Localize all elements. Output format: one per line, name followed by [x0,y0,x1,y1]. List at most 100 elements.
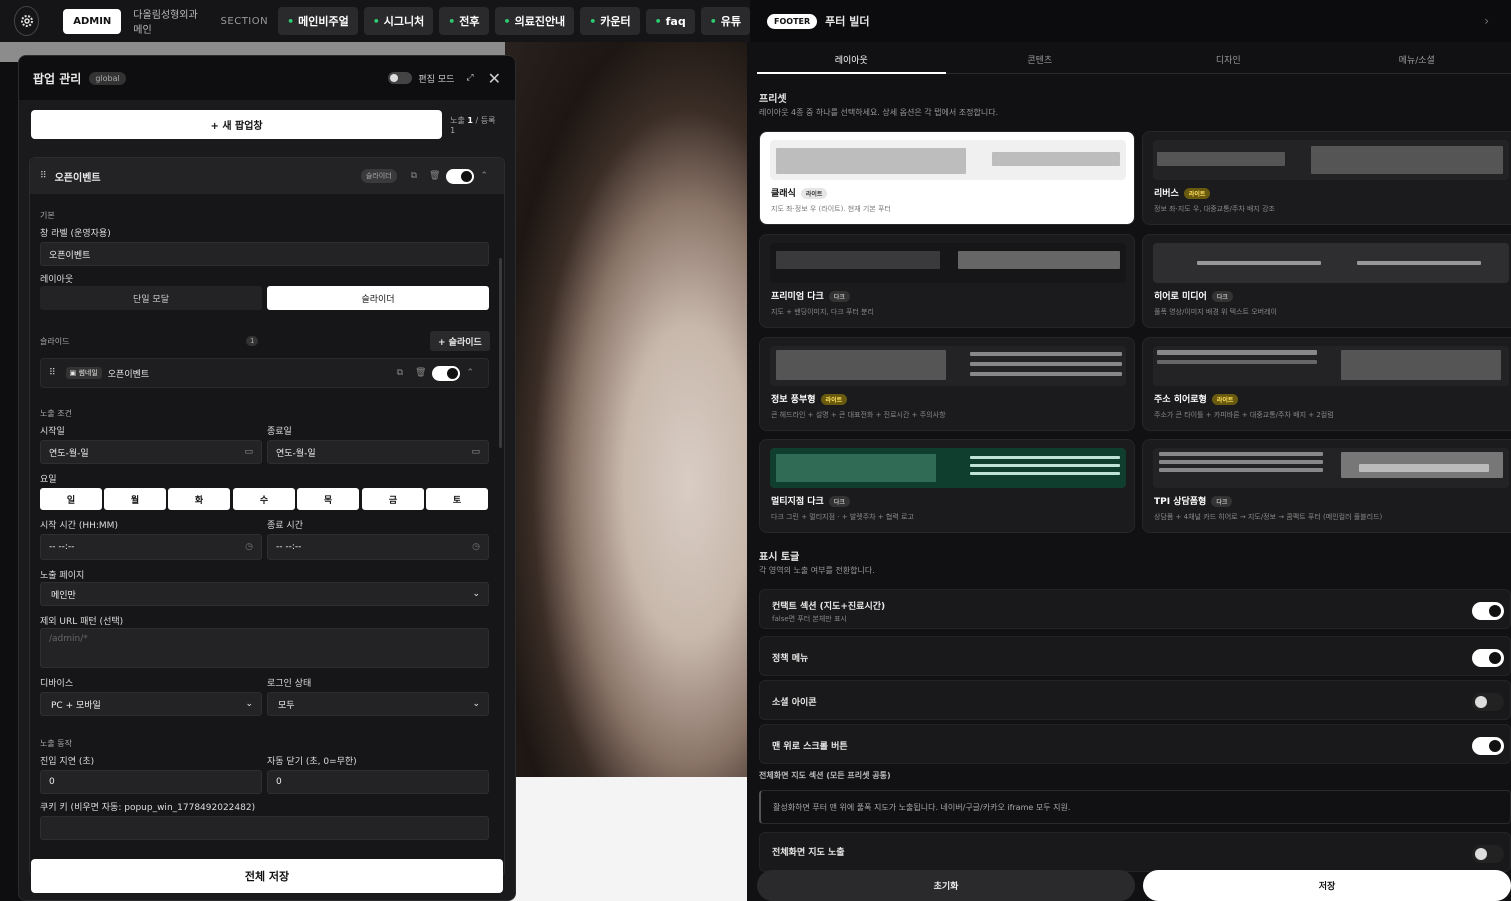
social-icons-toggle[interactable] [1472,693,1504,711]
weekday-mon[interactable]: 월 [104,488,166,510]
section-chip[interactable]: • 의료진안내 [494,7,575,35]
add-slide-button[interactable]: + 슬라이드 [430,331,490,351]
end-date-input[interactable]: 연도-월-일 ▭ [267,440,489,464]
weekday-fri[interactable]: 금 [362,488,424,510]
end-time-input[interactable]: -- --:-- ◷ [267,534,489,560]
section-chip[interactable]: • 시그니처 [363,7,434,35]
type-badge: 슬라이더 [360,169,397,183]
preset-thumbnail [770,243,1126,283]
device-select[interactable]: PC + 모바일 ⌄ [40,692,262,716]
weekday-label: 요일 [40,475,57,485]
preset-name: 클래식 라이트 [771,186,828,199]
close-icon[interactable]: ✕ [488,69,501,88]
preset-thumbnail [770,448,1126,488]
settings-button[interactable] [14,6,40,36]
end-date-label: 종료일 [267,427,292,437]
admin-button[interactable]: ADMIN [63,8,122,34]
section-chip[interactable]: • 카운터 [580,7,640,35]
scroll-top-toggle[interactable] [1472,737,1504,755]
conditions-label: 노출 조건 [40,409,72,418]
window-label-input[interactable]: 오픈이벤트 [40,242,489,266]
contact-section-toggle[interactable] [1472,602,1504,620]
toggle-policy-menu: 정책 메뉴 [759,636,1511,676]
preset-desc: 상담폼 + 4채널 카드 히어로 → 지도/정보 → 콤팩트 푸터 (메인컬러 … [1154,513,1383,521]
trash-icon[interactable]: 🗑 [415,368,426,378]
layout-slider-option[interactable]: 슬라이더 [267,286,489,310]
preset-desc: 다크 그린 + 멀티지점 · + 발렛주차 + 협력 로고 [771,513,914,521]
scrollbar[interactable] [499,258,502,448]
start-time-input[interactable]: -- --:-- ◷ [40,534,262,560]
toggle-section-title: 표시 토글 [759,552,800,563]
weekday-sun[interactable]: 일 [40,488,102,510]
new-popup-button[interactable]: + 새 팝업창 [31,110,443,139]
tab-layout[interactable]: 레이아웃 [757,46,946,74]
toggle-label: 전체화면 지도 노출 [772,848,845,858]
preset-reverse[interactable]: 리버스 라이트 정보 좌·지도 우, 대중교통/주차 배지 강조 [1142,131,1511,225]
policy-menu-toggle[interactable] [1472,649,1504,667]
toggle-label: 정책 메뉴 [772,654,809,664]
chevron-up-icon[interactable]: ⌃ [466,368,474,378]
page-select[interactable]: 메인만 ⌄ [40,582,489,606]
weekday-sat[interactable]: 토 [426,488,488,510]
tab-menu-social[interactable]: 메뉴/소셜 [1322,46,1511,74]
weekday-tue[interactable]: 화 [168,488,230,510]
section-chip[interactable]: • 메인비주얼 [278,7,358,35]
weekday-thu[interactable]: 목 [297,488,359,510]
preset-address-hero[interactable]: 주소 히어로형 라이트 주소가 큰 타이틀 + 카피바른 + 대중교통/주차 배지… [1142,337,1511,431]
popup-count: 노출 1 / 등록 1 [450,115,496,135]
clock-icon[interactable]: ◷ [472,542,480,552]
preset-premium-dark[interactable]: 프리미엄 다크 다크 지도 + 밴딩이미지, 다크 푸터 분리 [759,234,1135,328]
preset-name: 주소 히어로형 라이트 [1154,392,1239,405]
section-chip[interactable]: • faq [645,8,695,34]
duplicate-icon[interactable]: ⧉ [411,171,417,181]
save-button[interactable]: 저장 [1143,870,1511,901]
weekday-wed[interactable]: 수 [233,488,295,510]
slide-row[interactable]: ⠿ ▣ 썸네일 오픈이벤트 ⧉ 🗑 ⌃ [40,358,489,388]
duplicate-icon[interactable]: ⧉ [397,368,403,378]
tab-content[interactable]: 콘텐츠 [945,46,1134,74]
start-date-input[interactable]: 연도-월-일 ▭ [40,440,262,464]
slide-type-badge: ▣ 썸네일 [65,367,102,379]
popup-card-header[interactable]: ⠿ 오픈이벤트 슬라이더 ⧉ 🗑 ⌃ [30,158,504,194]
autoclose-input[interactable]: 0 [267,770,489,794]
slide-enabled-toggle[interactable] [432,365,461,381]
slide-name: 오픈이벤트 [107,369,150,380]
trash-icon[interactable]: 🗑 [429,171,440,181]
preset-tpi-consult[interactable]: TPI 상담폼형 다크 상담폼 + 4채널 카드 히어로 → 지도/정보 → 콤팩… [1142,439,1511,533]
clock-icon[interactable]: ◷ [245,542,253,552]
preset-name: 프리미엄 다크 다크 [771,289,850,302]
chevron-right-icon[interactable]: › [1484,14,1489,28]
exclude-url-textarea[interactable]: /admin/* [40,628,489,668]
chevron-up-icon[interactable]: ⌃ [480,171,488,181]
login-select[interactable]: 모두 ⌄ [267,692,489,716]
cookie-key-label: 쿠키 키 (비우면 자동: popup_win_1778492022482) [40,803,256,813]
delay-input[interactable]: 0 [40,770,262,794]
calendar-icon[interactable]: ▭ [471,447,480,457]
exclude-url-label: 제외 URL 패턴 (선택) [40,617,124,627]
calendar-icon[interactable]: ▭ [244,447,253,457]
preset-description: 레이아웃 4종 중 하나를 선택하세요. 상세 옵션은 각 탭에서 조정합니다. [759,108,999,117]
section-chip[interactable]: • 전후 [439,7,489,35]
autoclose-label: 자동 닫기 (초, 0=무한) [267,757,357,767]
preset-hero-media[interactable]: 히어로 미디어 다크 풀폭 영상/이미지 배경 위 텍스트 오버레이 [1142,234,1511,328]
toggle-label: 소셜 아이콘 [772,698,817,708]
preset-desc: 풀폭 영상/이미지 배경 위 텍스트 오버레이 [1154,308,1277,316]
cookie-key-input[interactable] [40,816,489,840]
drag-handle-icon[interactable]: ⠿ [49,368,56,378]
layout-single-option[interactable]: 단일 모달 [40,286,262,310]
preset-multi-branch-dark[interactable]: 멀티지점 다크 다크 다크 그린 + 멀티지점 · + 발렛주차 + 협력 로고 [759,439,1135,533]
popup-card: ⠿ 오픈이벤트 슬라이더 ⧉ 🗑 ⌃ 기본 창 라벨 (운영자용) 오픈이벤트 … [29,157,505,877]
tab-design[interactable]: 디자인 [1134,46,1323,74]
toggle-sublabel: false면 푸터 본체만 표시 [772,615,847,623]
edit-mode-toggle[interactable] [388,72,413,84]
reset-button[interactable]: 초기화 [757,870,1135,901]
expand-icon[interactable]: ⤢ [466,73,473,83]
preset-info-rich[interactable]: 정보 풍부형 라이트 큰 헤드라인 + 설명 + 큰 대표전화 + 진료시간 + … [759,337,1135,431]
scope-badge: global [89,71,126,85]
popup-enabled-toggle[interactable] [446,168,475,184]
section-chip[interactable]: • 유튜 [700,7,750,35]
preset-classic[interactable]: 클래식 라이트 지도 좌·정보 우 (라이트). 현재 기본 푸터 [759,131,1135,225]
fullscreen-map-toggle[interactable] [1472,845,1504,863]
drag-handle-icon[interactable]: ⠿ [40,171,47,181]
save-all-button[interactable]: 전체 저장 [31,859,503,893]
